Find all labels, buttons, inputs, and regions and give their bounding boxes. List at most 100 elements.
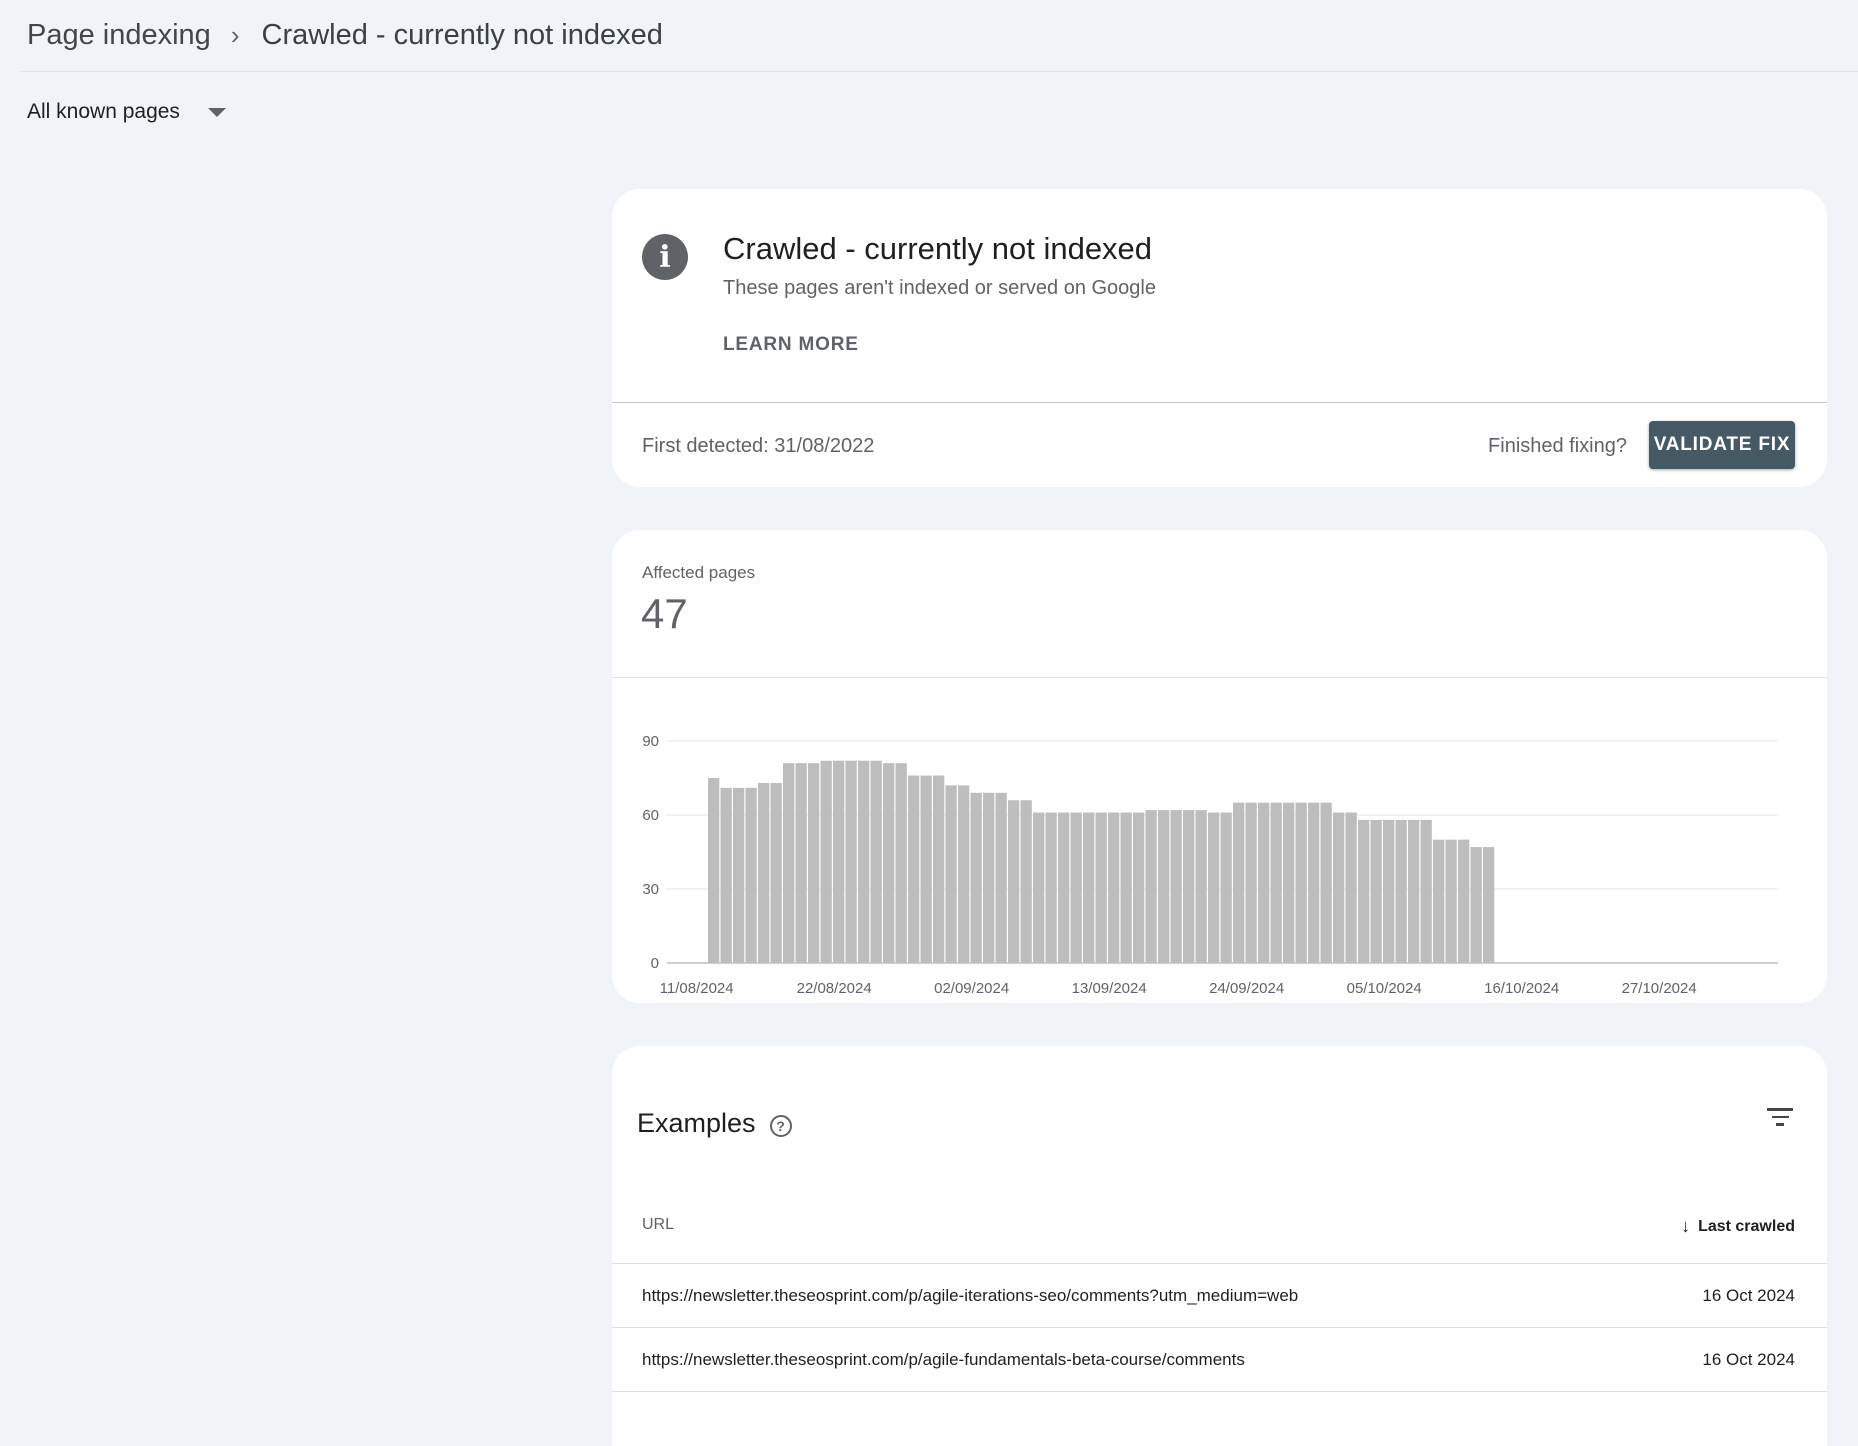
y-tick-label: 90 <box>642 733 659 750</box>
chart-bar[interactable] <box>1333 812 1345 963</box>
breadcrumb-page-indexing[interactable]: Page indexing <box>27 19 211 52</box>
chart-bar[interactable] <box>795 763 807 963</box>
issue-title: Crawled - currently not indexed <box>723 231 1153 266</box>
chart-bar[interactable] <box>745 787 757 963</box>
chart-bar[interactable] <box>895 763 907 963</box>
table-row[interactable]: https://newsletter.theseosprint.com/p/ag… <box>612 1327 1827 1391</box>
chart-bar[interactable] <box>1470 847 1482 963</box>
chart-bar[interactable] <box>783 763 795 963</box>
affected-pages-count: 47 <box>641 590 688 637</box>
y-tick-label: 60 <box>642 807 659 824</box>
chart-bar[interactable] <box>1195 810 1207 963</box>
examples-card: Examples ? URL ↓ Last crawled https://ne… <box>612 1046 1827 1446</box>
validate-fix-button[interactable]: VALIDATE FIX <box>1649 421 1795 469</box>
chart-bar[interactable] <box>833 760 845 963</box>
chart-bar[interactable] <box>870 760 882 963</box>
affected-pages-chart: 0 30 60 90 11/08/2024 22/08/2024 02/09/2024 13/… <box>642 733 1778 997</box>
caret-down-icon <box>207 107 226 117</box>
chart-bar[interactable] <box>1483 847 1495 963</box>
chart-bar[interactable] <box>1445 839 1457 963</box>
chart-bar[interactable] <box>1033 812 1045 963</box>
chart-bar[interactable] <box>1295 802 1307 963</box>
x-tick-label: 27/10/2024 <box>1622 980 1697 997</box>
chart-bar[interactable] <box>1433 839 1445 963</box>
chart-bar[interactable] <box>1395 819 1407 963</box>
row-url: https://newsletter.theseosprint.com/p/ag… <box>642 1286 1299 1305</box>
chart-bar[interactable] <box>1370 819 1382 963</box>
chart-bar[interactable] <box>995 792 1007 963</box>
pages-filter-dropdown[interactable]: All known pages <box>27 100 226 124</box>
chart-bar[interactable] <box>958 785 970 963</box>
chart-bar[interactable] <box>970 792 982 963</box>
chart-bar[interactable] <box>1345 812 1357 963</box>
chart-bar[interactable] <box>1208 812 1220 963</box>
column-header-url[interactable]: URL <box>642 1216 674 1234</box>
chart-bar[interactable] <box>1020 800 1032 963</box>
chart-bar[interactable] <box>1458 839 1470 963</box>
chart-bar[interactable] <box>1233 802 1245 963</box>
chart-bar[interactable] <box>808 763 820 963</box>
filter-list-icon[interactable] <box>1767 1108 1793 1128</box>
x-tick-label: 24/09/2024 <box>1209 980 1284 997</box>
chart-bar[interactable] <box>1008 800 1020 963</box>
x-tick-label: 16/10/2024 <box>1484 980 1559 997</box>
chart-bar[interactable] <box>1058 812 1070 963</box>
issue-footer: First detected: 31/08/2022 Finished fixi… <box>612 402 1827 487</box>
chart-bar[interactable] <box>1258 802 1270 963</box>
column-header-last-crawled[interactable]: ↓ Last crawled <box>1681 1216 1795 1237</box>
page-title: Crawled - currently not indexed <box>261 19 663 51</box>
help-circle-icon[interactable]: ? <box>769 1114 792 1137</box>
chart-bar[interactable] <box>820 760 832 963</box>
y-tick-label: 30 <box>642 881 659 898</box>
chart-bar[interactable] <box>1170 810 1182 963</box>
table-row[interactable]: https://newsletter.theseosprint.com/p/ag… <box>612 1263 1827 1327</box>
column-header-last-crawled-label: Last crawled <box>1698 1217 1795 1235</box>
chart-bar[interactable] <box>845 760 857 963</box>
chart-bar[interactable] <box>933 775 945 963</box>
info-icon: i <box>642 234 688 280</box>
chart-bar[interactable] <box>1133 812 1145 963</box>
affected-pages-card: Affected pages 47 0 30 60 90 11/08/2024 22/08… <box>612 530 1827 1003</box>
chart-bar[interactable] <box>1083 812 1095 963</box>
chart-bar[interactable] <box>1095 812 1107 963</box>
finished-fixing-label: Finished fixing? <box>1488 435 1627 457</box>
chart-bar[interactable] <box>1320 802 1332 963</box>
pages-filter-value: All known pages <box>27 100 180 123</box>
examples-title: Examples <box>637 1108 756 1138</box>
table-row[interactable] <box>612 1391 1827 1446</box>
learn-more-link[interactable]: LEARN MORE <box>723 334 859 356</box>
x-tick-label: 11/08/2024 <box>660 980 734 997</box>
chart-bar[interactable] <box>1045 812 1057 963</box>
issue-info-card: i Crawled - currently not indexed These … <box>612 189 1827 487</box>
chart-bar[interactable] <box>708 778 720 963</box>
chart-bar[interactable] <box>1183 810 1195 963</box>
chart-bar[interactable] <box>1408 819 1420 963</box>
chart-bar[interactable] <box>1270 802 1282 963</box>
chart-bar[interactable] <box>733 787 745 963</box>
chart-bar[interactable] <box>1383 819 1395 963</box>
chart-bar[interactable] <box>1308 802 1320 963</box>
chart-bar[interactable] <box>1245 802 1257 963</box>
row-last-crawled: 16 Oct 2024 <box>1702 1286 1795 1305</box>
chart-bar[interactable] <box>883 763 895 963</box>
chart-bar[interactable] <box>758 782 770 963</box>
chart-bar[interactable] <box>1220 812 1232 963</box>
chart-bar[interactable] <box>1420 819 1432 963</box>
chart-bar[interactable] <box>945 785 957 963</box>
chart-bar[interactable] <box>1120 812 1132 963</box>
y-tick-label: 0 <box>651 955 659 972</box>
chart-bar[interactable] <box>1145 810 1157 963</box>
chart-bar[interactable] <box>920 775 932 963</box>
chart-bar[interactable] <box>983 792 995 963</box>
chart-bar[interactable] <box>720 787 732 963</box>
arrow-down-icon: ↓ <box>1681 1216 1691 1236</box>
chart-bar[interactable] <box>1158 810 1170 963</box>
chart-bar[interactable] <box>1283 802 1295 963</box>
row-url: https://newsletter.theseosprint.com/p/ag… <box>642 1350 1245 1369</box>
chart-bar[interactable] <box>1108 812 1120 963</box>
chart-bar[interactable] <box>1358 819 1370 963</box>
chart-bar[interactable] <box>1070 812 1082 963</box>
chart-bar[interactable] <box>908 775 920 963</box>
chart-bar[interactable] <box>858 760 870 963</box>
chart-bar[interactable] <box>770 782 782 963</box>
